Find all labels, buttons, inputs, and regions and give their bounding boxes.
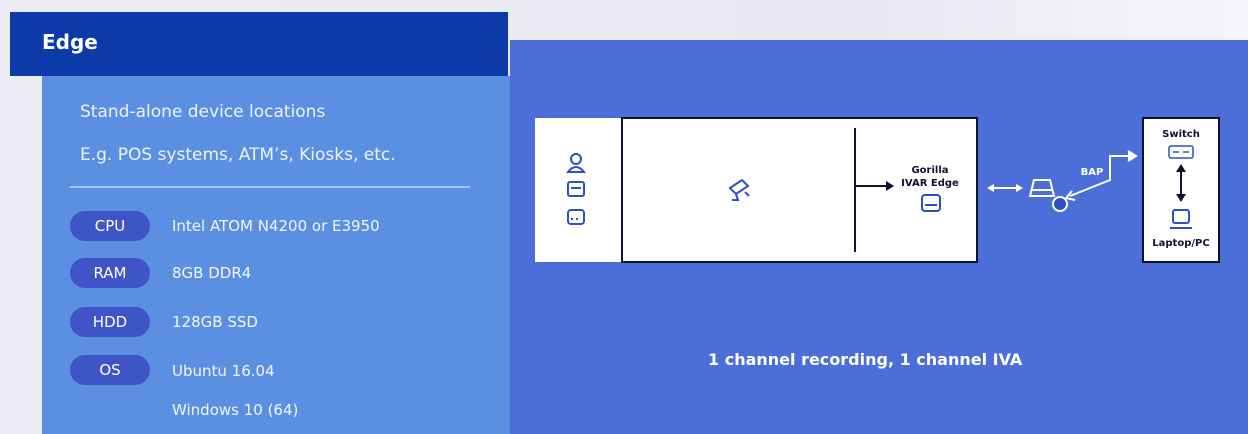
bidirectional-arrow <box>987 184 1023 192</box>
laptop-label: Laptop/PC <box>1152 238 1209 249</box>
site-box <box>535 118 977 262</box>
switch-label: Switch <box>1162 129 1200 140</box>
network-diagram: Gorilla IVAR Edge BAP Switch Laptop/PC <box>535 117 1220 263</box>
device-label-line1: Gorilla <box>911 165 948 176</box>
diagram-caption: 1 channel recording, 1 channel IVA <box>708 350 1023 369</box>
bap-label: BAP <box>1081 167 1104 178</box>
network-device-icon <box>1028 179 1068 212</box>
device-label-line2: IVAR Edge <box>901 178 959 189</box>
